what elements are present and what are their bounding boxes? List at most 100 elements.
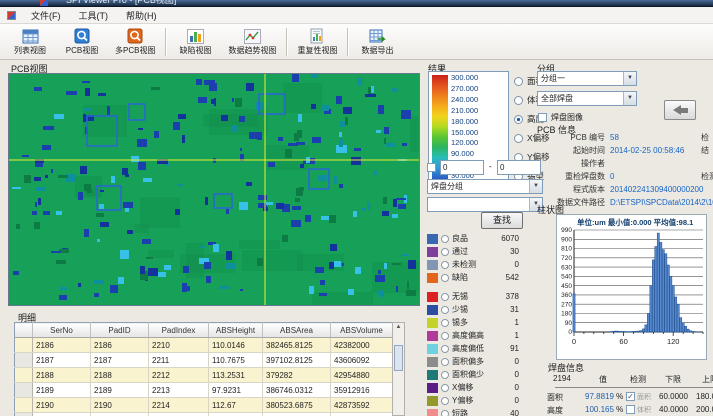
toolbar-button-list-view[interactable]: 列表视图 xyxy=(4,26,56,58)
legend-row-通过[interactable]: 通过30 xyxy=(427,245,519,258)
detail-table[interactable]: SerNoPadIDPadIndexABSHeightABSAreaABSVol… xyxy=(14,322,393,416)
pad-metric-label: 高度 xyxy=(547,405,563,416)
pad-group-combo[interactable]: 焊盘分组 ▼ xyxy=(427,179,543,194)
radio-icon[interactable] xyxy=(441,332,449,340)
column-header-PadIndex[interactable]: PadIndex xyxy=(149,323,209,338)
column-header-ABSVolume[interactable]: ABSVolume xyxy=(331,323,393,338)
row-header[interactable] xyxy=(15,398,33,413)
radio-icon[interactable] xyxy=(441,248,449,256)
previous-pcb-button[interactable] xyxy=(664,100,696,120)
legend-row-Y偏移[interactable]: Y偏移0 xyxy=(427,394,519,407)
range-filter-checkbox[interactable] xyxy=(427,163,436,172)
legend-row-面积偏少[interactable]: 面积偏少0 xyxy=(427,368,519,381)
radio-icon[interactable] xyxy=(441,384,449,392)
column-header-ABSArea[interactable]: ABSArea xyxy=(263,323,331,338)
sub-group-combo[interactable]: ▼ xyxy=(427,197,543,212)
pcb-info-row: 起始时间2014-02-25 00:58:46结 xyxy=(537,145,684,156)
radio-icon[interactable] xyxy=(441,345,449,353)
radio-icon[interactable] xyxy=(441,261,449,269)
pcb-info-row: PCB 编号58检 xyxy=(537,132,619,143)
toolbar-button-data-export[interactable]: 数据导出 xyxy=(351,26,403,58)
radio-icon[interactable] xyxy=(441,397,449,405)
pad-metric-check[interactable]: 体积 xyxy=(626,405,651,415)
data-trend-view-icon xyxy=(243,28,261,44)
table-row[interactable]: 218721872211110.7675397102.812543606092 xyxy=(15,353,393,368)
row-header[interactable] xyxy=(15,338,33,353)
table-row[interactable]: 219021902214112.67380523.687542873592 xyxy=(15,398,393,413)
column-header-SerNo[interactable]: SerNo xyxy=(33,323,91,338)
table-cell: 43606092 xyxy=(331,353,393,368)
detail-table-scrollbar[interactable]: ▲ xyxy=(392,322,405,416)
legend-row-锡多[interactable]: 锡多1 xyxy=(427,316,519,329)
radio-icon[interactable] xyxy=(441,358,449,366)
column-header-PadID[interactable]: PadID xyxy=(91,323,149,338)
pad-metric-check[interactable]: ✓面积 xyxy=(626,392,651,402)
table-row[interactable]: 218621862210110.0146382465.812542382000 xyxy=(15,338,393,353)
toolbar-button-label: 缺陷视图 xyxy=(179,45,211,56)
pcb-info-value: 2014-02-25 00:58:46 xyxy=(610,146,684,155)
radio-icon[interactable] xyxy=(441,371,449,379)
table-cell: 35912916 xyxy=(331,383,393,398)
legend-row-少锡[interactable]: 少锡31 xyxy=(427,303,519,316)
chevron-down-icon[interactable]: ▼ xyxy=(623,92,636,105)
legend-count: 0 xyxy=(515,370,519,379)
radio-icon[interactable] xyxy=(514,134,523,143)
range-to-input[interactable] xyxy=(497,160,541,175)
row-header[interactable] xyxy=(15,353,33,368)
toolbar-button-defect-view[interactable]: 缺陷视图 xyxy=(169,26,221,58)
legend-row-缺陷[interactable]: 缺陷542 xyxy=(427,271,519,284)
table-cell: 42873592 xyxy=(331,398,393,413)
radio-icon[interactable] xyxy=(514,96,523,105)
row-header[interactable] xyxy=(15,383,33,398)
legend-row-短路[interactable]: 短路40 xyxy=(427,407,519,416)
radio-icon[interactable] xyxy=(441,274,449,282)
legend-row-高度偏高[interactable]: 高度偏高1 xyxy=(427,329,519,342)
table-row[interactable]: 21892189221397.9231386746.031235912916 xyxy=(15,383,393,398)
table-cell: 2214 xyxy=(149,398,209,413)
pad-image-checkbox[interactable] xyxy=(538,113,547,122)
toolbar-button-repeatability-view[interactable]: 重复性视图 xyxy=(290,26,344,58)
radio-icon[interactable] xyxy=(514,77,523,86)
toolbar-button-label: 数据趋势视图 xyxy=(228,45,276,56)
toolbar-separator xyxy=(165,28,166,56)
legend-row-X偏移[interactable]: X偏移0 xyxy=(427,381,519,394)
column-header-ABSHeight[interactable]: ABSHeight xyxy=(209,323,263,338)
scale-tick-label: 120.000 xyxy=(451,138,478,147)
legend-row-良品[interactable]: 良品6070 xyxy=(427,232,519,245)
radio-icon[interactable] xyxy=(441,306,449,314)
radio-icon[interactable] xyxy=(441,293,449,301)
scrollbar-thumb[interactable] xyxy=(394,345,403,371)
legend-color-swatch xyxy=(427,260,438,270)
toolbar-button-pcb-view[interactable]: PCB视图 xyxy=(56,26,108,58)
table-row[interactable]: 218821882212113.253137928242954880 xyxy=(15,368,393,383)
chevron-down-icon[interactable]: ▼ xyxy=(623,72,636,85)
pad-image-checkbox-row[interactable]: 焊盘图像 xyxy=(538,112,583,123)
toolbar-button-data-trend-view[interactable]: 数据趋势视图 xyxy=(221,26,283,58)
radio-icon[interactable] xyxy=(441,235,449,243)
group-combo-1[interactable]: 分组一 ▼ xyxy=(537,71,637,86)
table-row[interactable]: 21912191221599.0945385721.187536240948 xyxy=(15,413,393,416)
row-header[interactable] xyxy=(15,368,33,383)
legend-row-面积偏多[interactable]: 面积偏多0 xyxy=(427,355,519,368)
radio-icon[interactable] xyxy=(514,115,523,124)
toolbar-button-multi-pcb-view[interactable]: 多PCB视图 xyxy=(108,26,162,58)
pcb-board-view[interactable] xyxy=(8,73,420,306)
legend-row-无锡[interactable]: 无锡378 xyxy=(427,290,519,303)
menu-file[interactable]: 文件(F) xyxy=(22,7,70,24)
table-cell: 2188 xyxy=(33,368,91,383)
legend-row-高度偏低[interactable]: 高度偏低91 xyxy=(427,342,519,355)
scale-tick-label: 240.000 xyxy=(451,95,478,104)
menu-help[interactable]: 帮助(H) xyxy=(117,7,166,24)
find-button[interactable]: 查找 xyxy=(481,212,523,229)
legend-row-未检测[interactable]: 未检测0 xyxy=(427,258,519,271)
row-header[interactable] xyxy=(15,413,33,416)
menu-tools[interactable]: 工具(T) xyxy=(70,7,118,24)
radio-icon[interactable] xyxy=(441,410,449,416)
table-cell: 2190 xyxy=(91,398,149,413)
group-combo-2[interactable]: 全部焊盘 ▼ xyxy=(537,91,637,106)
range-from-input[interactable] xyxy=(440,160,484,175)
table-cell: 2188 xyxy=(91,368,149,383)
radio-icon[interactable] xyxy=(441,319,449,327)
pcb-info-value: 201402241309400000200 xyxy=(610,185,703,194)
table-cell: 2187 xyxy=(91,353,149,368)
